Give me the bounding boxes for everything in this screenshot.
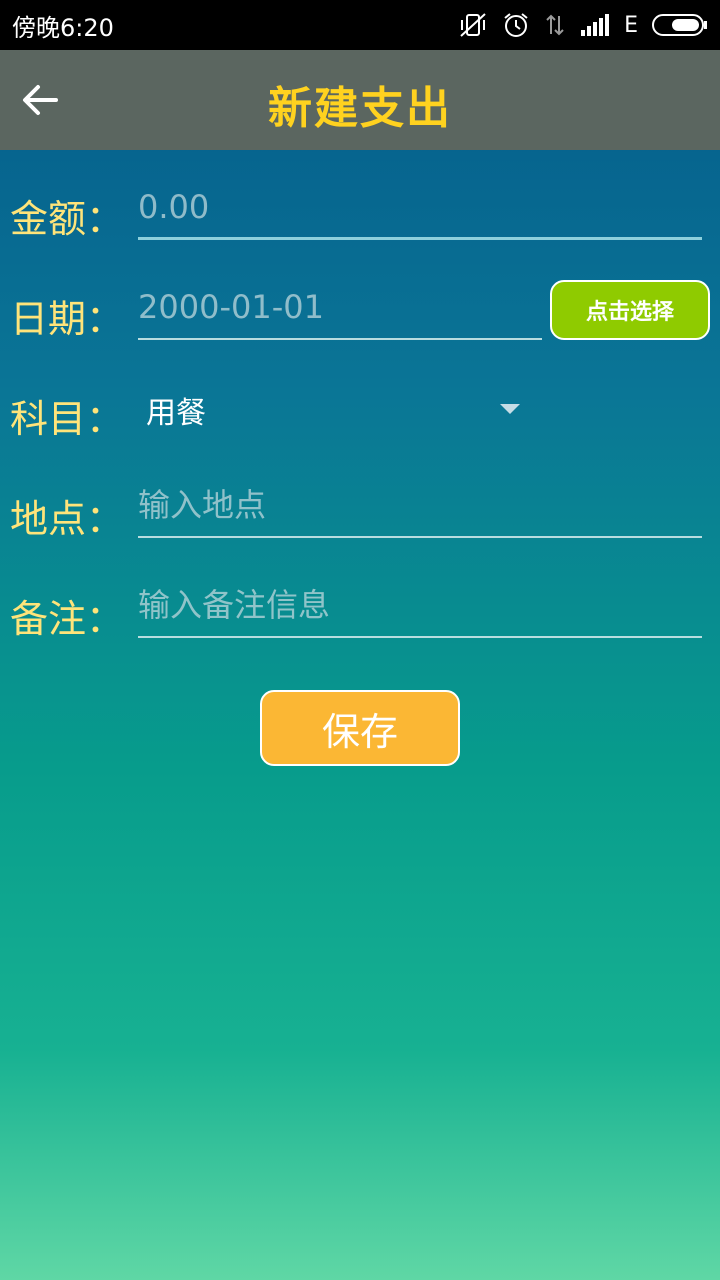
date-input[interactable]	[138, 288, 542, 326]
status-time: 傍晚6:20	[12, 13, 114, 42]
category-selected-value: 用餐	[146, 396, 206, 431]
category-label: 科目：	[10, 397, 125, 441]
app-bar: 新建支出	[0, 50, 720, 150]
location-field-wrapper	[138, 478, 702, 538]
date-label: 日期：	[10, 297, 125, 341]
signal-icon	[580, 13, 610, 37]
save-button[interactable]: 保存	[260, 690, 460, 766]
page-title: 新建支出	[268, 83, 452, 134]
battery-icon	[652, 13, 708, 37]
date-field-wrapper	[138, 280, 542, 340]
category-select[interactable]: 用餐	[138, 385, 528, 435]
data-transfer-icon	[544, 12, 566, 38]
status-bar: 傍晚6:20 E	[0, 0, 720, 50]
note-field-wrapper	[138, 578, 702, 638]
amount-input[interactable]	[138, 188, 702, 226]
amount-label: 金额：	[10, 197, 125, 241]
location-label: 地点：	[10, 497, 125, 541]
note-label: 备注：	[10, 597, 125, 641]
alarm-icon	[502, 11, 530, 39]
location-input[interactable]	[138, 486, 702, 524]
pick-date-button[interactable]: 点击选择	[550, 280, 710, 340]
vibrate-off-icon	[458, 12, 488, 38]
note-input[interactable]	[138, 586, 702, 624]
amount-field-wrapper	[138, 180, 702, 240]
dropdown-arrow-icon	[500, 404, 520, 414]
status-icons: E	[458, 11, 708, 39]
network-type: E	[624, 12, 638, 38]
